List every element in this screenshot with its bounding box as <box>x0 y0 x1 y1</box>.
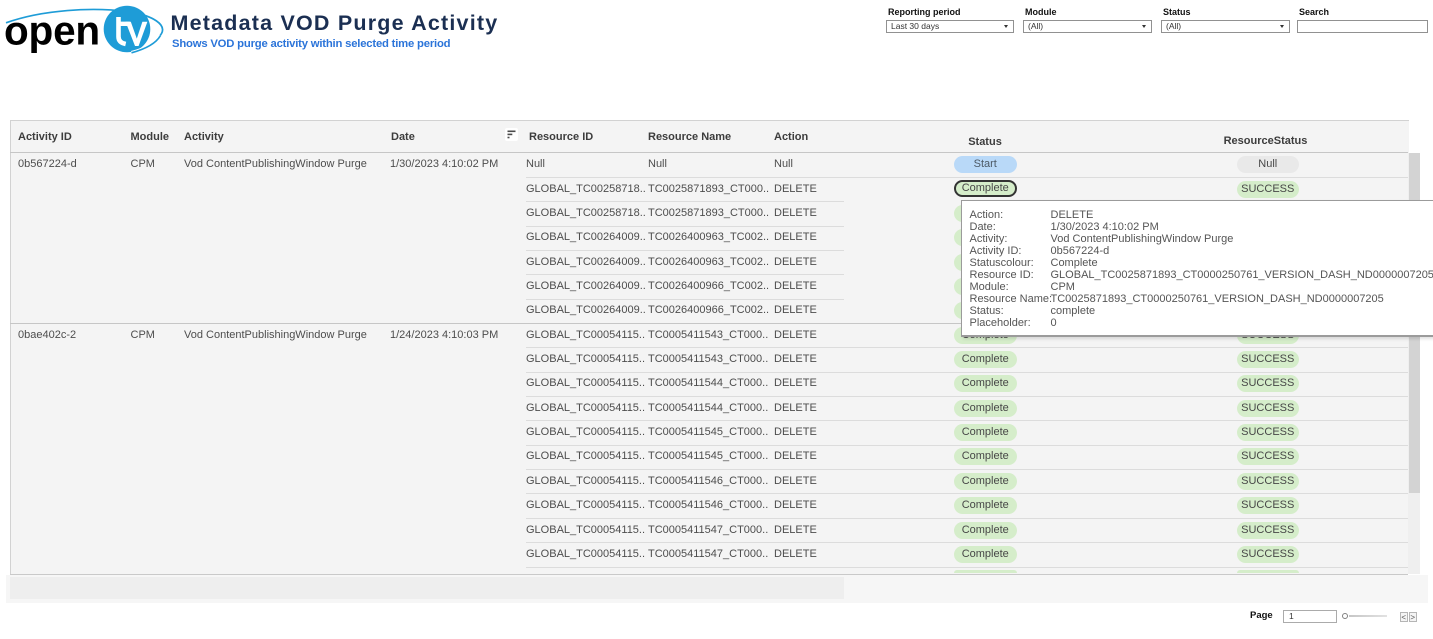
svg-text:open: open <box>4 7 100 53</box>
